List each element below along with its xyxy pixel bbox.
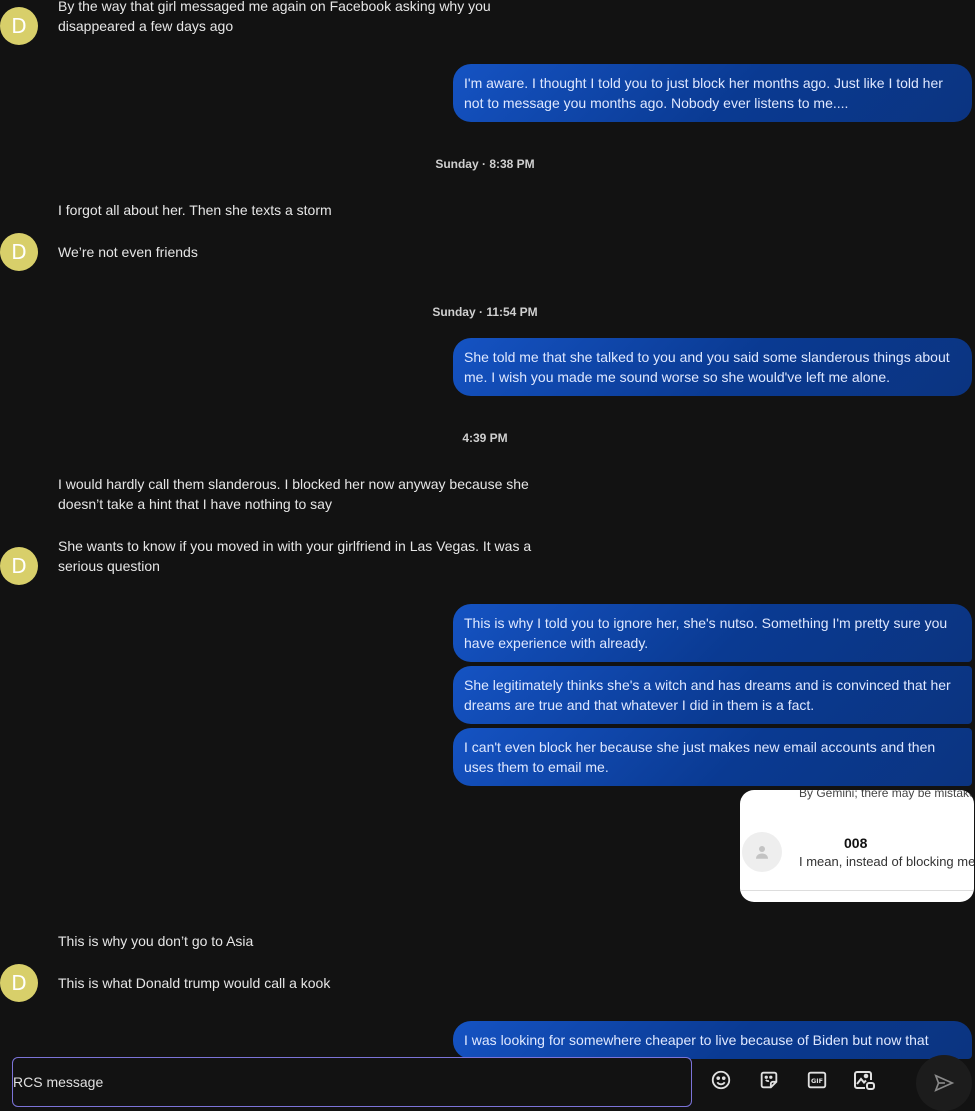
outgoing-message[interactable]: I can't even block her because she just … bbox=[453, 728, 972, 786]
sticker-icon bbox=[760, 1071, 778, 1089]
incoming-message[interactable]: We’re not even friends bbox=[58, 242, 558, 262]
gemini-disclaimer: By Gemini; there may be mistakes bbox=[799, 790, 974, 800]
avatar-letter: D bbox=[11, 240, 27, 264]
emoji-icon bbox=[711, 1070, 731, 1090]
suggestion-preview-text[interactable]: I mean, instead of blocking me bbox=[799, 854, 974, 869]
avatar-letter: D bbox=[11, 554, 27, 578]
message-composer[interactable] bbox=[12, 1057, 692, 1107]
attach-media-icon bbox=[854, 1071, 875, 1090]
avatar[interactable]: D bbox=[0, 7, 38, 45]
avatar[interactable]: D bbox=[0, 547, 38, 585]
incoming-message[interactable]: By the way that girl messaged me again o… bbox=[58, 0, 558, 36]
outgoing-message[interactable]: I'm aware. I thought I told you to just … bbox=[453, 64, 972, 122]
outgoing-message[interactable]: I was looking for somewhere cheaper to l… bbox=[453, 1021, 972, 1059]
incoming-message[interactable]: This is what Donald trump would call a k… bbox=[58, 973, 558, 993]
message-input[interactable] bbox=[13, 1068, 673, 1096]
gif-icon: GIF bbox=[807, 1071, 827, 1089]
emoji-button[interactable] bbox=[709, 1068, 733, 1092]
incoming-message[interactable]: I forgot all about her. Then she texts a… bbox=[58, 200, 558, 220]
outgoing-message[interactable]: This is why I told you to ignore her, sh… bbox=[453, 604, 972, 662]
incoming-message[interactable]: This is why you don’t go to Asia bbox=[58, 931, 558, 951]
incoming-message[interactable]: I would hardly call them slanderous. I b… bbox=[58, 474, 558, 514]
outgoing-message[interactable]: She legitimately thinks she's a witch an… bbox=[453, 666, 972, 724]
outgoing-message[interactable]: She told me that she talked to you and y… bbox=[453, 338, 972, 396]
avatar[interactable]: D bbox=[0, 964, 38, 1002]
avatar-letter: D bbox=[11, 14, 27, 38]
divider bbox=[740, 890, 974, 891]
timestamp: Sunday · 8:38 PM bbox=[435, 157, 535, 171]
contact-placeholder-avatar bbox=[742, 832, 782, 872]
gif-button[interactable]: GIF bbox=[805, 1068, 829, 1092]
send-button[interactable] bbox=[916, 1055, 972, 1111]
suggestion-contact-name: 008 bbox=[844, 835, 868, 851]
timestamp: 4:39 PM bbox=[462, 431, 508, 445]
person-icon bbox=[756, 846, 768, 859]
avatar-letter: D bbox=[11, 971, 27, 995]
avatar[interactable]: D bbox=[0, 233, 38, 271]
incoming-message[interactable]: She wants to know if you moved in with y… bbox=[58, 536, 558, 576]
svg-text:GIF: GIF bbox=[811, 1077, 823, 1085]
send-icon bbox=[934, 1074, 955, 1092]
timestamp: Sunday · 11:54 PM bbox=[432, 305, 538, 319]
gemini-suggestion-card[interactable]: By Gemini; there may be mistakes 008 I m… bbox=[740, 790, 974, 902]
sticker-button[interactable] bbox=[757, 1068, 781, 1092]
attach-media-button[interactable] bbox=[852, 1068, 876, 1092]
